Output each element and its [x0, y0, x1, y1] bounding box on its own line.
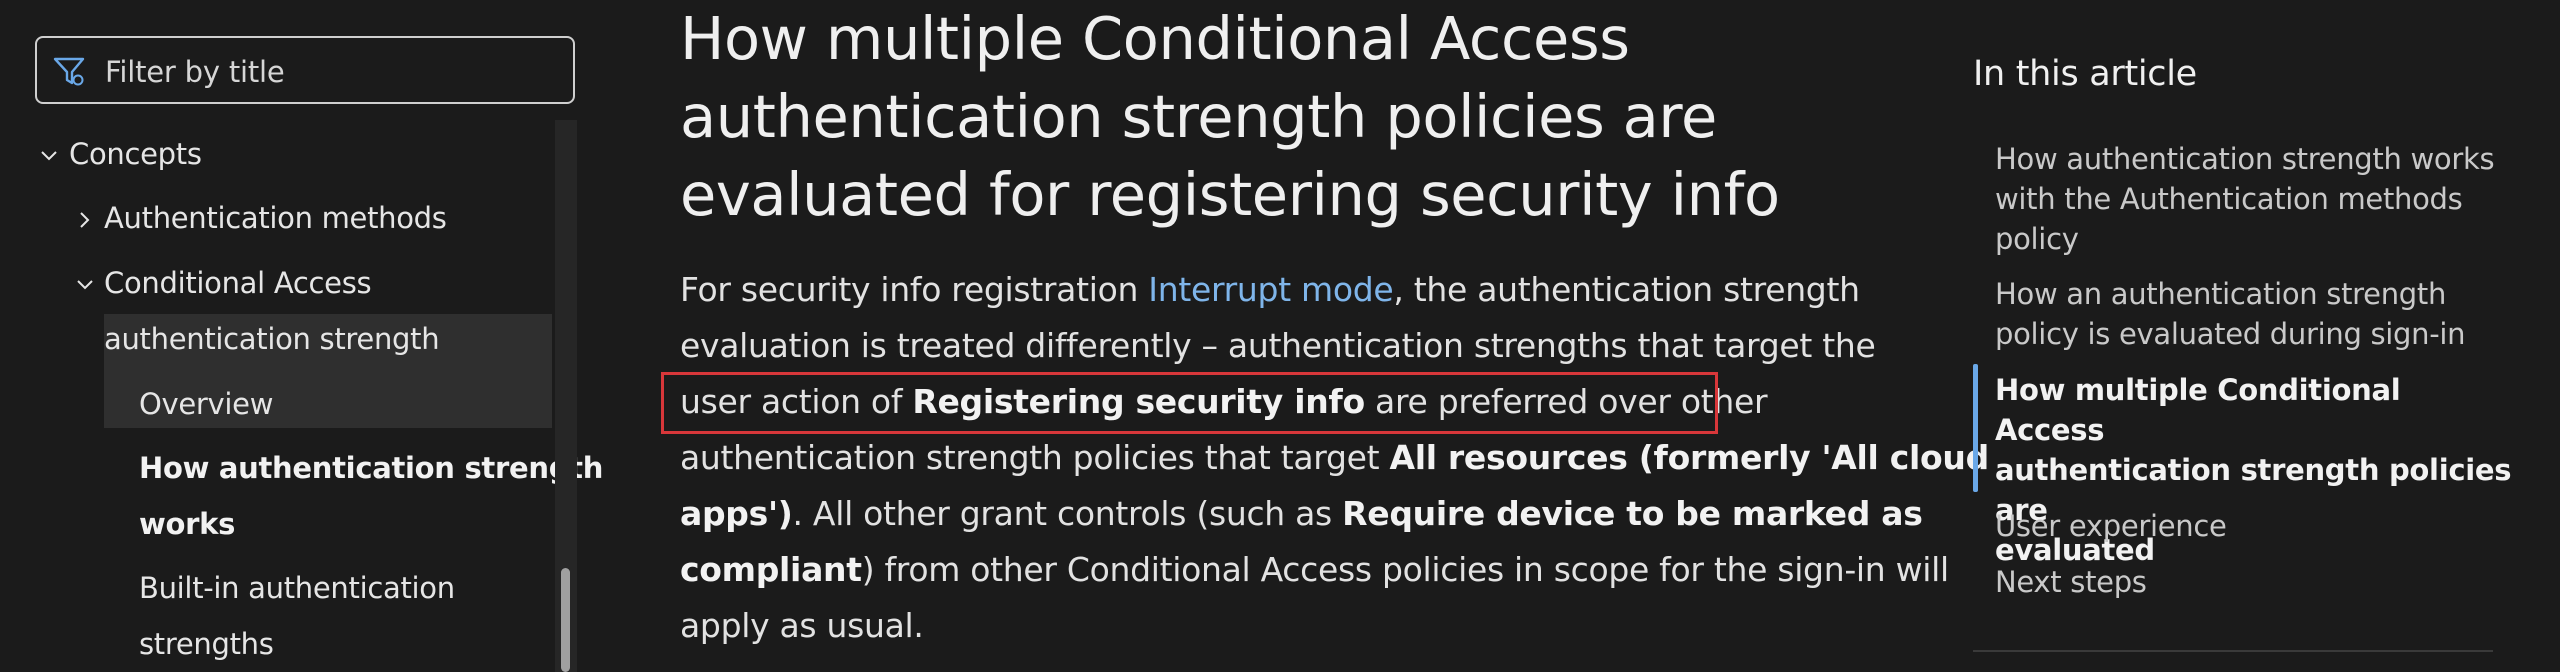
chevron-down-icon[interactable] — [38, 145, 60, 167]
toc-item-line: policy is evaluated during sign-in — [1995, 317, 2466, 351]
docs-page: Filter by title Concepts Authentication … — [0, 0, 2560, 672]
para-text: apply as usual. — [680, 606, 924, 645]
nav-item-how-works-line2[interactable]: works — [139, 507, 235, 541]
para-bold-text: apps') — [680, 494, 793, 533]
toc-item-next-steps[interactable]: Next steps — [1995, 562, 2515, 602]
nav-item-concepts[interactable]: Concepts — [69, 137, 202, 171]
para-text: For security info registration — [680, 270, 1149, 309]
para-bold-text: Require device to be marked as — [1342, 494, 1923, 533]
toc-item-how-evaluated-sign-in[interactable]: How an authentication strength policy is… — [1995, 274, 2515, 354]
interrupt-mode-link[interactable]: Interrupt mode — [1148, 270, 1393, 309]
filter-icon — [53, 57, 85, 86]
nav-item-built-in-strengths-line2[interactable]: strengths — [139, 627, 274, 661]
nav-item-ca-auth-strength[interactable]: Conditional Access — [104, 266, 372, 300]
article-paragraph: For security info registration Interrupt… — [680, 262, 1989, 654]
para-text: , the authentication strength — [1393, 270, 1860, 309]
toc-item-line: policy — [1995, 222, 2079, 256]
article-title: How multiple Conditional Access authenti… — [680, 0, 1800, 234]
toc-item-line: How an authentication strength — [1995, 277, 2447, 311]
para-text: evaluation is treated differently – auth… — [680, 326, 1876, 365]
toc-heading: In this article — [1973, 54, 2197, 94]
toc-item-user-experience[interactable]: User experience — [1995, 506, 2515, 546]
nav-item-how-works[interactable]: How authentication strength — [139, 451, 603, 485]
para-text: authentication strength policies that ta… — [680, 438, 1390, 477]
article-title-line: How multiple Conditional Access — [680, 4, 1630, 73]
toc-item-how-works-with-methods-policy[interactable]: How authentication strength works with t… — [1995, 139, 2515, 259]
nav-scrollbar-thumb[interactable] — [561, 568, 570, 672]
filter-placeholder: Filter by title — [105, 55, 285, 89]
article-title-line: authentication strength policies are — [680, 82, 1717, 151]
article-title-line: evaluated for registering security info — [680, 160, 1780, 229]
nav-item-overview[interactable]: Overview — [139, 387, 273, 421]
para-bold-text: All resources (formerly 'All cloud — [1389, 438, 1989, 477]
nav-item-built-in-strengths[interactable]: Built-in authentication — [139, 571, 455, 605]
nav-item-ca-auth-strength-line2[interactable]: authentication strength — [104, 322, 440, 356]
toc-divider — [1973, 650, 2493, 652]
nav-item-authentication-methods[interactable]: Authentication methods — [104, 201, 447, 235]
annotation-highlight-box — [661, 372, 1718, 434]
toc-item-line: How multiple Conditional Access — [1995, 373, 2401, 447]
chevron-down-icon[interactable] — [74, 274, 96, 296]
para-bold-text: compliant — [680, 550, 862, 589]
para-text: ) from other Conditional Access policies… — [861, 550, 1950, 589]
toc-active-indicator — [1973, 364, 1978, 492]
filter-by-title-input[interactable]: Filter by title — [35, 36, 575, 104]
chevron-right-icon[interactable] — [74, 209, 96, 231]
toc-item-line: with the Authentication methods — [1995, 182, 2463, 216]
toc-item-line: How authentication strength works — [1995, 142, 2495, 176]
para-text: . All other grant controls (such as — [792, 494, 1343, 533]
